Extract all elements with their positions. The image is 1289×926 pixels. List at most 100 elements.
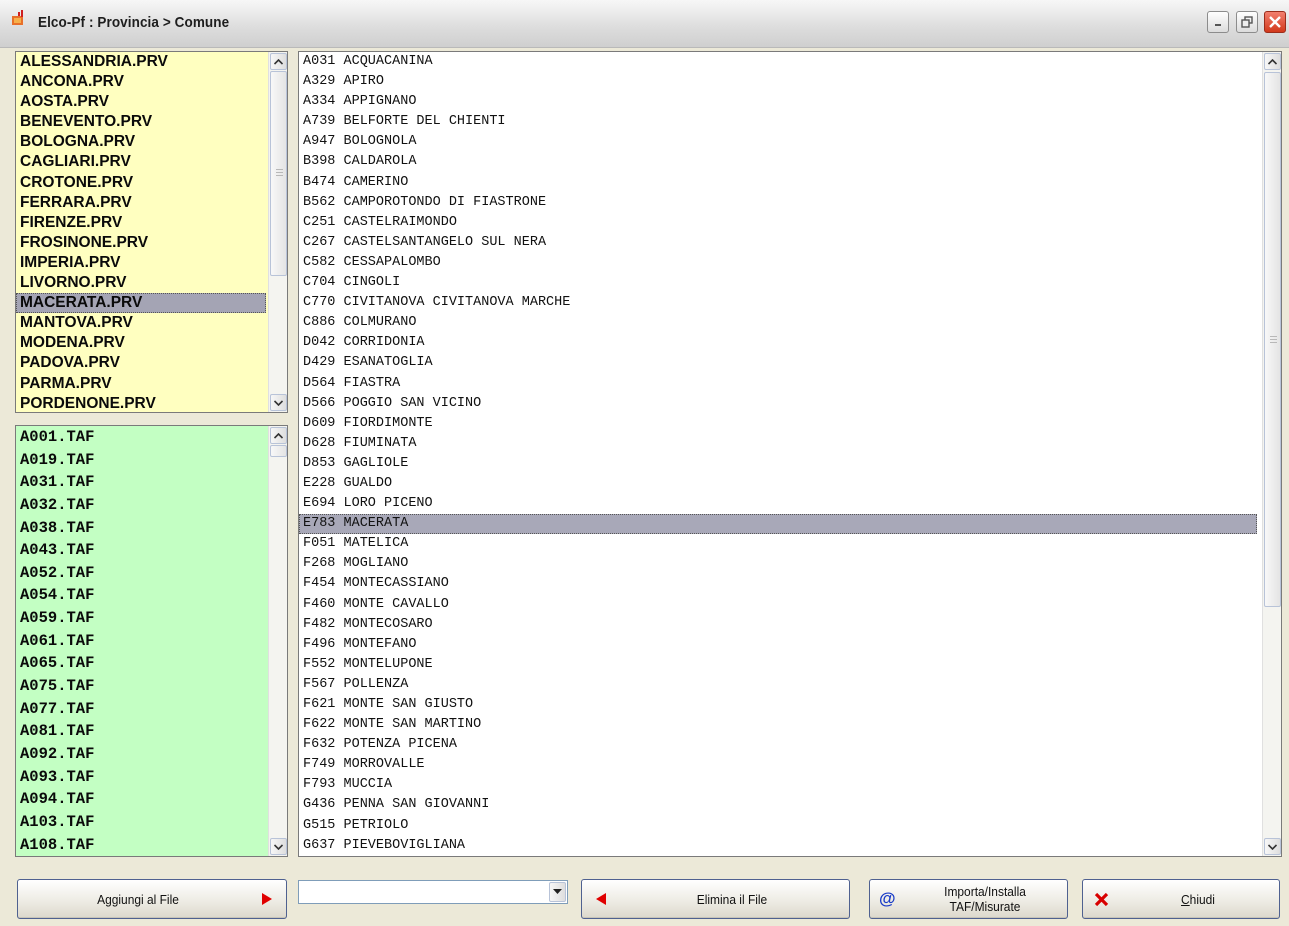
comune-item[interactable]: D429 ESANATOGLIA [299, 353, 1257, 373]
comune-item[interactable]: D628 FIUMINATA [299, 434, 1257, 454]
scroll-down-button[interactable] [270, 394, 287, 411]
taf-file-item[interactable]: A081.TAF [16, 720, 266, 743]
comune-item[interactable]: F454 MONTECASSIANO [299, 574, 1257, 594]
province-list[interactable]: ALESSANDRIA.PRV ANCONA.PRV AOSTA.PRV BENEVE… [15, 51, 288, 413]
comune-item[interactable]: F632 POTENZA PICENA [299, 735, 1257, 755]
province-item[interactable]: MACERATA.PRV [16, 293, 266, 314]
taf-file-item[interactable]: A094.TAF [16, 788, 266, 811]
comune-item[interactable]: F622 MONTE SAN MARTINO [299, 715, 1257, 735]
comune-list[interactable]: A031 ACQUACANINA A329 APIRO A334 APPIGNANO… [298, 51, 1282, 857]
taf-file-item[interactable]: A061.TAF [16, 630, 266, 653]
comune-item[interactable]: C704 CINGOLI [299, 273, 1257, 293]
comune-item[interactable]: D042 CORRIDONIA [299, 333, 1257, 353]
minimize-button[interactable] [1207, 11, 1229, 33]
close-button[interactable]: Chiudi [1082, 879, 1280, 919]
comune-item[interactable]: G637 PIEVEBOVIGLIANA [299, 836, 1257, 856]
comune-item[interactable]: C267 CASTELSANTANGELO SUL NERA [299, 233, 1257, 253]
taf-file-item[interactable]: A093.TAF [16, 766, 266, 789]
comune-item[interactable]: F552 MONTELUPONE [299, 655, 1257, 675]
comune-item[interactable]: B398 CALDAROLA [299, 152, 1257, 172]
province-scrollbar[interactable] [268, 52, 287, 412]
comune-item[interactable]: F482 MONTECOSARO [299, 615, 1257, 635]
comune-item[interactable]: D566 POGGIO SAN VICINO [299, 394, 1257, 414]
comune-item[interactable]: F621 MONTE SAN GIUSTO [299, 695, 1257, 715]
province-item[interactable]: CROTONE.PRV [16, 173, 266, 193]
taf-file-item[interactable]: A043.TAF [16, 539, 266, 562]
scroll-up-button[interactable] [270, 427, 287, 444]
scroll-thumb[interactable] [270, 71, 287, 276]
province-item[interactable]: CAGLIARI.PRV [16, 152, 266, 172]
import-install-button[interactable]: @ Importa/Installa TAF/Misurate [869, 879, 1068, 919]
comune-item[interactable]: E694 LORO PICENO [299, 494, 1257, 514]
taf-scrollbar[interactable] [268, 426, 287, 856]
comune-item[interactable]: A739 BELFORTE DEL CHIENTI [299, 112, 1257, 132]
province-item[interactable]: LIVORNO.PRV [16, 273, 266, 293]
comune-item[interactable]: D853 GAGLIOLE [299, 454, 1257, 474]
taf-file-item[interactable]: A001.TAF [16, 426, 266, 449]
taf-file-list[interactable]: A001.TAF A019.TAF A031.TAF A032.TAF A038.TAF… [15, 425, 288, 857]
scroll-down-button[interactable] [270, 838, 287, 855]
comune-scrollbar[interactable] [1262, 52, 1281, 856]
comune-item[interactable]: A947 BOLOGNOLA [299, 132, 1257, 152]
comune-item[interactable]: A334 APPIGNANO [299, 92, 1257, 112]
scroll-thumb[interactable] [1264, 72, 1281, 607]
province-item[interactable]: IMPERIA.PRV [16, 253, 266, 273]
comune-item[interactable]: F051 MATELICA [299, 534, 1257, 554]
comune-item[interactable]: F496 MONTEFANO [299, 635, 1257, 655]
province-item[interactable]: BENEVENTO.PRV [16, 112, 266, 132]
taf-file-item[interactable]: A052.TAF [16, 562, 266, 585]
taf-file-item[interactable]: A038.TAF [16, 517, 266, 540]
comune-item[interactable]: A031 ACQUACANINA [299, 52, 1257, 72]
province-item[interactable]: FIRENZE.PRV [16, 213, 266, 233]
province-item[interactable]: MANTOVA.PRV [16, 313, 266, 333]
comune-item[interactable]: F749 MORROVALLE [299, 755, 1257, 775]
taf-file-item[interactable]: A032.TAF [16, 494, 266, 517]
file-select[interactable] [298, 880, 568, 904]
scroll-thumb[interactable] [270, 445, 287, 457]
comune-item[interactable]: E783 MACERATA [299, 514, 1257, 535]
taf-file-item[interactable]: A031.TAF [16, 471, 266, 494]
comune-item[interactable]: F793 MUCCIA [299, 775, 1257, 795]
comune-item[interactable]: B562 CAMPOROTONDO DI FIASTRONE [299, 193, 1257, 213]
scroll-down-button[interactable] [1264, 838, 1281, 855]
restore-button[interactable] [1236, 11, 1258, 33]
scroll-up-button[interactable] [270, 53, 287, 70]
dropdown-button[interactable] [549, 882, 566, 902]
taf-file-item[interactable]: A077.TAF [16, 698, 266, 721]
add-to-file-button[interactable]: Aggiungi al File [17, 879, 287, 919]
comune-item[interactable]: C886 COLMURANO [299, 313, 1257, 333]
province-item[interactable]: FROSINONE.PRV [16, 233, 266, 253]
province-item[interactable]: AOSTA.PRV [16, 92, 266, 112]
taf-file-item[interactable]: A075.TAF [16, 675, 266, 698]
comune-item[interactable]: B474 CAMERINO [299, 173, 1257, 193]
province-item[interactable]: FERRARA.PRV [16, 193, 266, 213]
province-item[interactable]: PORDENONE.PRV [16, 394, 266, 412]
province-item[interactable]: ANCONA.PRV [16, 72, 266, 92]
province-item[interactable]: PADOVA.PRV [16, 353, 266, 373]
comune-item[interactable]: D609 FIORDIMONTE [299, 414, 1257, 434]
title-bar[interactable]: Elco-Pf : Provincia > Comune [0, 0, 1289, 48]
province-item[interactable]: ALESSANDRIA.PRV [16, 52, 266, 72]
taf-file-item[interactable]: A054.TAF [16, 584, 266, 607]
comune-item[interactable]: G436 PENNA SAN GIOVANNI [299, 795, 1257, 815]
comune-item[interactable]: F268 MOGLIANO [299, 554, 1257, 574]
comune-item[interactable]: A329 APIRO [299, 72, 1257, 92]
taf-file-item[interactable]: A108.TAF [16, 834, 266, 856]
comune-item[interactable]: C770 CIVITANOVA CIVITANOVA MARCHE [299, 293, 1257, 313]
taf-file-item[interactable]: A103.TAF [16, 811, 266, 834]
close-window-button[interactable] [1264, 11, 1286, 33]
comune-item[interactable]: C251 CASTELRAIMONDO [299, 213, 1257, 233]
comune-item[interactable]: F460 MONTE CAVALLO [299, 595, 1257, 615]
province-item[interactable]: MODENA.PRV [16, 333, 266, 353]
comune-item[interactable]: F567 POLLENZA [299, 675, 1257, 695]
taf-file-item[interactable]: A019.TAF [16, 449, 266, 472]
comune-item[interactable]: D564 FIASTRA [299, 374, 1257, 394]
taf-file-item[interactable]: A065.TAF [16, 652, 266, 675]
delete-file-button[interactable]: Elimina il File [581, 879, 850, 919]
province-item[interactable]: BOLOGNA.PRV [16, 132, 266, 152]
taf-file-item[interactable]: A059.TAF [16, 607, 266, 630]
comune-item[interactable]: C582 CESSAPALOMBO [299, 253, 1257, 273]
province-item[interactable]: PARMA.PRV [16, 374, 266, 394]
comune-item[interactable]: G515 PETRIOLO [299, 816, 1257, 836]
taf-file-item[interactable]: A092.TAF [16, 743, 266, 766]
